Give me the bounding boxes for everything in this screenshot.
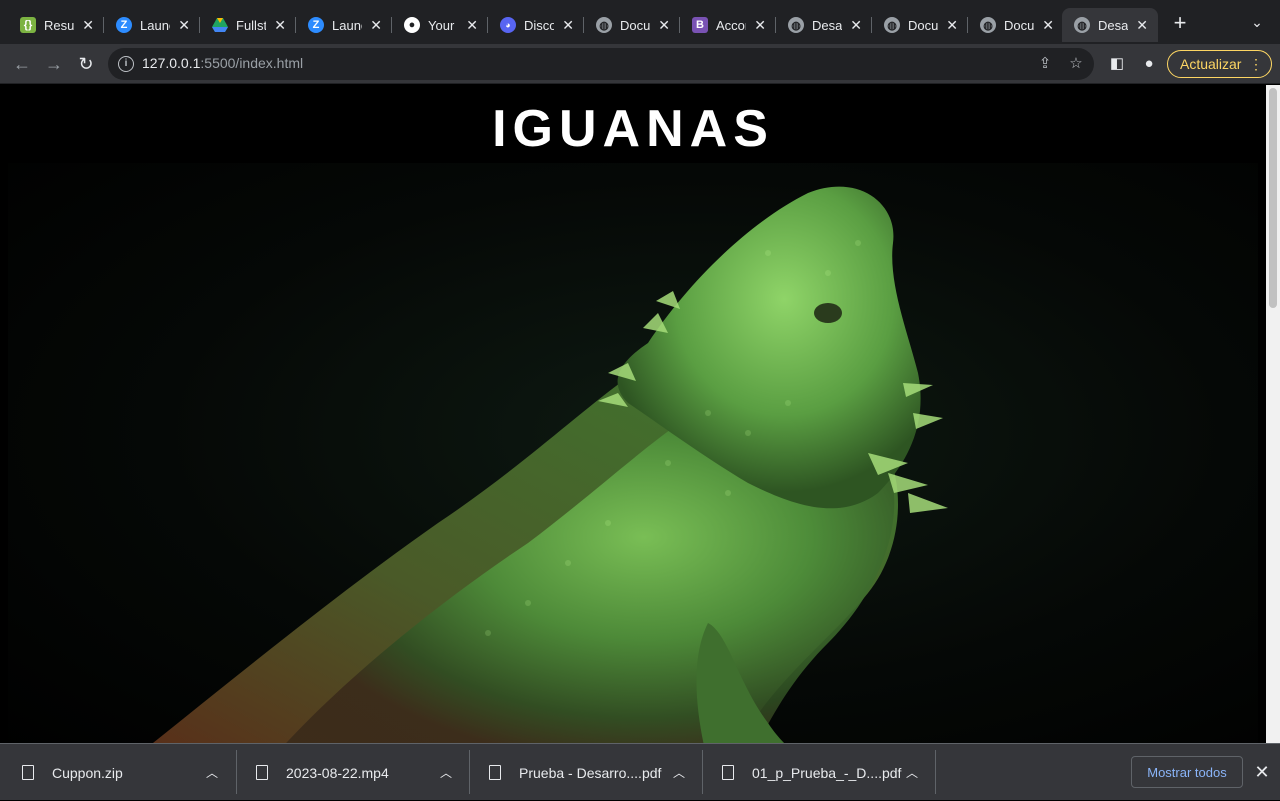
discord-icon: ◕ bbox=[500, 17, 516, 33]
tab-active[interactable]: ◍ Desaf ✕ bbox=[1062, 8, 1158, 42]
address-bar[interactable]: i 127.0.0.1:5500/index.html ⇪ ☆ bbox=[108, 48, 1094, 80]
download-separator bbox=[469, 750, 470, 794]
tab-title: Your I bbox=[428, 17, 458, 33]
show-all-label: Mostrar todos bbox=[1147, 764, 1227, 780]
curly-braces-icon: {} bbox=[20, 17, 36, 33]
tab-title: Fullst bbox=[236, 17, 266, 33]
close-icon[interactable]: ✕ bbox=[1136, 17, 1148, 33]
tab[interactable]: ◍ Docur ✕ bbox=[584, 8, 680, 42]
file-icon bbox=[22, 765, 34, 780]
bootstrap-icon: B bbox=[692, 17, 708, 33]
globe-icon: ◍ bbox=[788, 17, 804, 33]
tab[interactable]: Fullst ✕ bbox=[200, 8, 296, 42]
file-icon bbox=[256, 765, 268, 780]
globe-icon: ◍ bbox=[980, 17, 996, 33]
tab-title: Desaf bbox=[812, 17, 842, 33]
zoom-icon: Z bbox=[308, 17, 324, 33]
reload-icon[interactable]: ↻ bbox=[74, 52, 98, 76]
page-title: IGUANAS bbox=[492, 100, 774, 158]
browser-toolbar: ← → ↻ i 127.0.0.1:5500/index.html ⇪ ☆ ◧ … bbox=[0, 44, 1280, 84]
tab-title: Docu bbox=[908, 17, 938, 33]
tab-title: Desaf bbox=[1098, 17, 1128, 33]
chevron-up-icon[interactable]: ︿ bbox=[906, 764, 918, 781]
tab-strip: {} Resur ✕ Z Launc ✕ Fullst ✕ Z Launc ✕ … bbox=[0, 0, 1280, 44]
side-panel-icon[interactable]: ◧ bbox=[1107, 54, 1127, 74]
show-all-downloads-button[interactable]: Mostrar todos bbox=[1131, 756, 1243, 788]
download-separator bbox=[236, 750, 237, 794]
close-icon[interactable]: ✕ bbox=[1252, 762, 1272, 782]
close-icon[interactable]: ✕ bbox=[82, 17, 94, 33]
url-path: :5500/index.html bbox=[200, 55, 304, 71]
tab-title: Launc bbox=[140, 17, 170, 33]
new-tab-button[interactable]: + bbox=[1170, 12, 1190, 34]
close-icon[interactable]: ✕ bbox=[562, 17, 574, 33]
close-icon[interactable]: ✕ bbox=[178, 17, 190, 33]
download-bar: Cuppon.zip ︿ 2023-08-22.mp4 ︿ Prueba - D… bbox=[0, 743, 1280, 800]
chevron-up-icon[interactable]: ︿ bbox=[206, 764, 218, 781]
globe-icon: ◍ bbox=[884, 17, 900, 33]
globe-icon: ◍ bbox=[596, 17, 612, 33]
tab[interactable]: ◍ Docu ✕ bbox=[968, 8, 1064, 42]
iguana-illustration bbox=[152, 186, 948, 743]
close-icon[interactable]: ✕ bbox=[274, 17, 286, 33]
chevron-up-icon[interactable]: ︿ bbox=[673, 764, 685, 781]
chevron-down-icon[interactable]: ⌄ bbox=[1248, 14, 1266, 32]
download-filename: Prueba - Desarro....pdf bbox=[519, 764, 662, 781]
close-icon[interactable]: ✕ bbox=[850, 17, 862, 33]
profile-icon[interactable]: ● bbox=[1139, 54, 1159, 74]
close-icon[interactable]: ✕ bbox=[946, 17, 958, 33]
tab-title: Accor bbox=[716, 17, 746, 33]
download-item[interactable]: 2023-08-22.mp4 ︿ bbox=[256, 744, 466, 801]
update-button[interactable]: Actualizar ⋮ bbox=[1167, 50, 1272, 78]
download-item[interactable]: Prueba - Desarro....pdf ︿ bbox=[489, 744, 699, 801]
tab[interactable]: B Accor ✕ bbox=[680, 8, 776, 42]
share-icon[interactable]: ⇪ bbox=[1036, 55, 1054, 73]
close-icon[interactable]: ✕ bbox=[1042, 17, 1054, 33]
tab[interactable]: ◍ Desaf ✕ bbox=[776, 8, 872, 42]
tab-title: Launc bbox=[332, 17, 362, 33]
chevron-up-icon[interactable]: ︿ bbox=[440, 764, 452, 781]
forward-arrow-icon[interactable]: → bbox=[42, 52, 66, 76]
tab[interactable]: ◍ Docu ✕ bbox=[872, 8, 968, 42]
file-icon bbox=[722, 765, 734, 780]
download-separator bbox=[702, 750, 703, 794]
download-filename: 01_p_Prueba_-_D....pdf bbox=[752, 764, 902, 781]
info-icon[interactable]: i bbox=[118, 56, 134, 72]
file-icon bbox=[489, 765, 501, 780]
close-icon[interactable]: ✕ bbox=[754, 17, 766, 33]
tab-title: Docu bbox=[1004, 17, 1034, 33]
tab[interactable]: ◕ Disco ✕ bbox=[488, 8, 584, 42]
github-icon: ● bbox=[404, 17, 420, 33]
web-page: IGUANAS bbox=[0, 85, 1266, 743]
download-item[interactable]: Cuppon.zip ︿ bbox=[22, 744, 232, 801]
page-scrollbar[interactable] bbox=[1266, 85, 1280, 743]
close-icon[interactable]: ✕ bbox=[658, 17, 670, 33]
tab[interactable]: Z Launc ✕ bbox=[296, 8, 392, 42]
url-host: 127.0.0.1 bbox=[142, 55, 201, 71]
close-icon[interactable]: ✕ bbox=[370, 17, 382, 33]
tab[interactable]: ● Your I ✕ bbox=[392, 8, 488, 42]
back-arrow-icon[interactable]: ← bbox=[10, 52, 34, 76]
download-separator bbox=[935, 750, 936, 794]
url-text[interactable]: 127.0.0.1:5500/index.html bbox=[142, 55, 303, 71]
tab-title: Disco bbox=[524, 17, 554, 33]
iguana-image bbox=[8, 163, 1258, 743]
download-item[interactable]: 01_p_Prueba_-_D....pdf ︿ bbox=[722, 744, 932, 801]
download-filename: Cuppon.zip bbox=[52, 764, 123, 781]
globe-icon: ◍ bbox=[1074, 17, 1090, 33]
star-icon[interactable]: ☆ bbox=[1067, 55, 1085, 73]
update-label: Actualizar bbox=[1180, 56, 1242, 72]
drive-icon bbox=[212, 17, 228, 33]
close-icon[interactable]: ✕ bbox=[466, 17, 478, 33]
menu-kebab-icon[interactable]: ⋮ bbox=[1249, 55, 1263, 73]
zoom-icon: Z bbox=[116, 17, 132, 33]
scrollbar-thumb[interactable] bbox=[1269, 88, 1277, 308]
tab-title: Resur bbox=[44, 17, 74, 33]
tab-title: Docur bbox=[620, 17, 650, 33]
tab[interactable]: Z Launc ✕ bbox=[104, 8, 200, 42]
download-filename: 2023-08-22.mp4 bbox=[286, 764, 389, 781]
tab[interactable]: {} Resur ✕ bbox=[8, 8, 104, 42]
